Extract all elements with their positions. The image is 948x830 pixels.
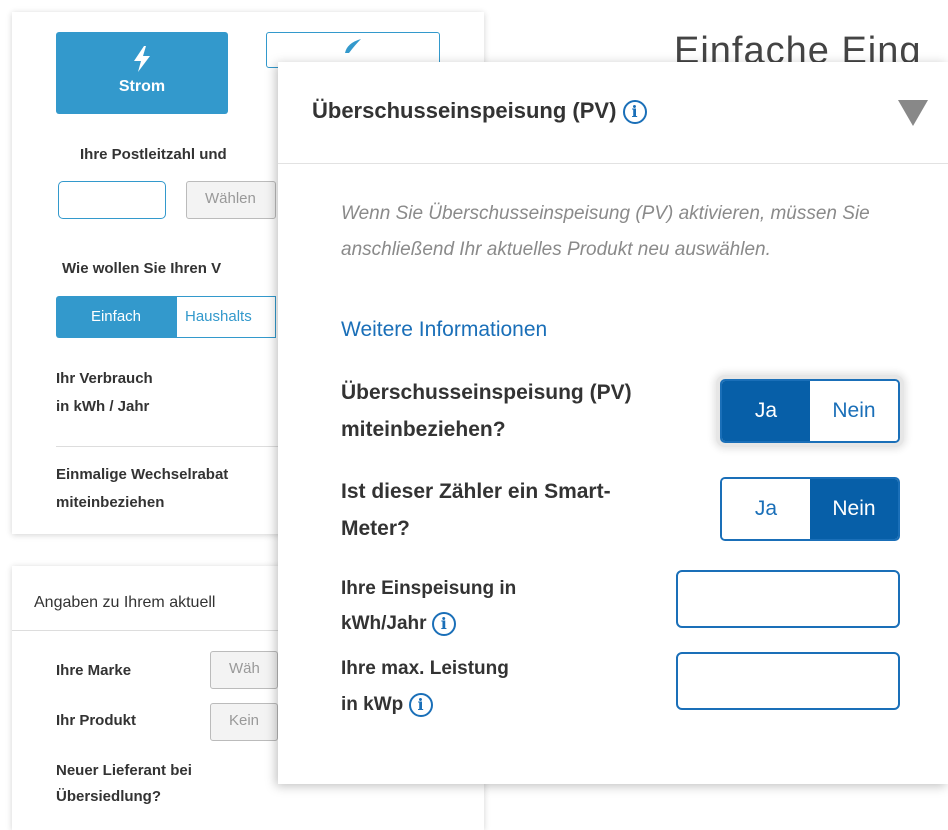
brand-select[interactable]: Wäh xyxy=(210,651,278,689)
divider xyxy=(12,630,278,631)
smart-meter-question-line2: Meter? xyxy=(341,517,410,540)
consumption-prompt: Wie wollen Sie Ihren V xyxy=(62,260,222,277)
postcode-input[interactable] xyxy=(58,181,166,219)
panel-header[interactable]: Überschusseinspeisung (PV) i xyxy=(278,62,948,164)
panel-title: Überschusseinspeisung (PV) i xyxy=(312,98,647,125)
feed-in-label-text: kWh/Jahr xyxy=(341,613,427,634)
consumption-label-line1: Ihr Verbrauch xyxy=(56,370,153,387)
smart-meter-question-line1: Ist dieser Zähler ein Smart- xyxy=(341,480,611,503)
tab-haushalts[interactable]: Haushalts xyxy=(176,296,276,338)
pv-no-option[interactable]: Nein xyxy=(810,381,898,441)
brand-label: Ihre Marke xyxy=(56,662,132,679)
divider xyxy=(56,446,278,447)
consumption-label-line2: in kWh / Jahr xyxy=(56,398,150,415)
info-icon[interactable]: i xyxy=(431,611,456,636)
rebate-label-line1: Einmalige Wechselrabat xyxy=(56,466,229,483)
feed-in-label-line2: kWh/Jahr i xyxy=(341,607,456,641)
pv-info-note: Wenn Sie Überschusseinspeisung (PV) akti… xyxy=(341,203,870,260)
feed-in-label-line1: Ihre Einspeisung in xyxy=(341,578,517,599)
max-power-label-line1: Ihre max. Leistung xyxy=(341,658,509,679)
pv-question-line2: miteinbeziehen? xyxy=(341,418,506,441)
flame-icon xyxy=(345,39,361,53)
tab-einfach[interactable]: Einfach xyxy=(56,296,176,338)
pv-question-line1: Überschusseinspeisung (PV) xyxy=(341,381,632,404)
smart-meter-yes-option[interactable]: Ja xyxy=(722,479,810,539)
smart-meter-no-option[interactable]: Nein xyxy=(810,479,898,539)
lightning-icon xyxy=(134,46,150,72)
postcode-prompt: Ihre Postleitzahl und xyxy=(80,146,227,163)
max-power-label-line2: in kWp i xyxy=(341,688,433,722)
feed-in-input[interactable] xyxy=(676,570,900,628)
smart-meter-toggle[interactable]: Ja Nein xyxy=(720,477,900,541)
collapse-arrow-icon[interactable] xyxy=(898,100,928,126)
move-label-line2: Übersiedlung? xyxy=(56,788,162,805)
strom-button[interactable]: Strom xyxy=(56,32,228,114)
rebate-label-line2: miteinbeziehen xyxy=(56,494,165,511)
pv-feed-in-panel: Überschusseinspeisung (PV) i Wenn Sie Üb… xyxy=(278,62,948,784)
panel-title-text: Überschusseinspeisung (PV) xyxy=(312,98,617,123)
info-icon[interactable]: i xyxy=(622,100,647,125)
product-select[interactable]: Kein xyxy=(210,703,278,741)
move-label-line1: Neuer Lieferant bei xyxy=(56,762,192,779)
pv-yes-option[interactable]: Ja xyxy=(722,381,810,441)
info-icon[interactable]: i xyxy=(408,692,433,717)
pv-toggle[interactable]: Ja Nein xyxy=(720,379,900,443)
max-power-label-text: in kWp xyxy=(341,694,404,715)
current-section-title: Angaben zu Ihrem aktuell xyxy=(34,594,216,611)
more-info-link[interactable]: Weitere Informationen xyxy=(341,318,547,342)
max-power-input[interactable] xyxy=(676,652,900,710)
product-label: Ihr Produkt xyxy=(56,712,137,729)
strom-label: Strom xyxy=(118,78,166,95)
location-select[interactable]: Wählen xyxy=(186,181,276,219)
